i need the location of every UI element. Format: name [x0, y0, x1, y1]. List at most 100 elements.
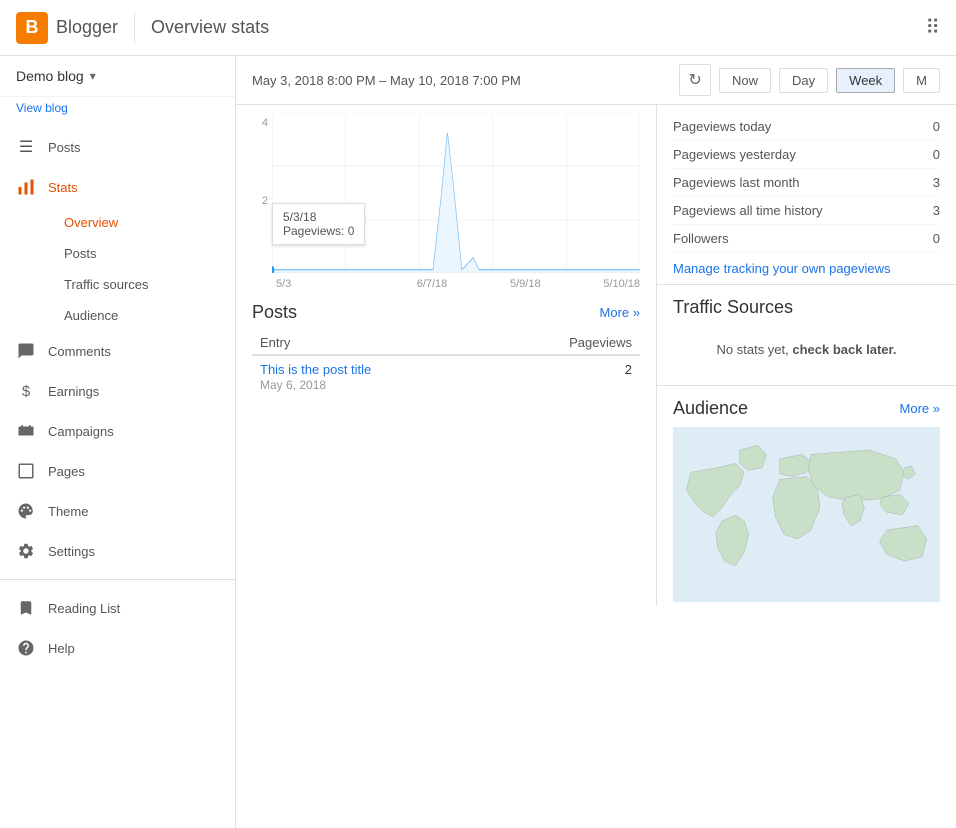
reading-list-icon [16, 598, 36, 618]
stats-label-yesterday: Pageviews yesterday [673, 147, 796, 162]
chart-svg [272, 113, 640, 273]
audience-header: Audience More » [673, 398, 940, 419]
dropdown-arrow-icon: ▾ [90, 69, 96, 83]
blogger-logo: B [16, 12, 48, 44]
posts-title: Posts [252, 302, 297, 323]
stats-icon [16, 177, 36, 197]
settings-icon [16, 541, 36, 561]
posts-more-link[interactable]: More » [600, 305, 640, 320]
sidebar-item-pages[interactable]: Pages [0, 451, 235, 491]
post-date: May 6, 2018 [260, 378, 326, 392]
sidebar-sub-overview[interactable]: Overview [48, 207, 235, 238]
grid-icon[interactable]: ⠿ [925, 15, 940, 40]
sidebar-label-campaigns: Campaigns [48, 424, 114, 439]
sidebar-label-theme: Theme [48, 504, 88, 519]
stats-row-last-month: Pageviews last month 3 [673, 169, 940, 197]
stats-label-followers: Followers [673, 231, 729, 246]
audience-more-link[interactable]: More » [900, 401, 940, 416]
toolbar: May 3, 2018 8:00 PM – May 10, 2018 7:00 … [236, 56, 956, 105]
month-button[interactable]: M [903, 68, 940, 93]
x-axis-labels: 5/3 6/7/18 5/9/18 5/10/18 [252, 278, 640, 290]
entry-column-header: Entry [252, 331, 492, 355]
stats-value-last-month: 3 [933, 175, 940, 190]
sidebar: Demo blog ▾ View blog ☰ Posts Stats Over… [0, 56, 236, 828]
sidebar-divider [0, 579, 235, 580]
traffic-sources-header: Traffic Sources [673, 297, 940, 318]
audience-section: Audience More » [657, 390, 956, 606]
sidebar-item-help[interactable]: Help [0, 628, 235, 668]
posts-icon: ☰ [16, 137, 36, 157]
stats-row-followers: Followers 0 [673, 225, 940, 253]
post-title-link[interactable]: This is the post title [260, 362, 484, 377]
posts-section: Posts More » Entry Pageviews [236, 290, 656, 410]
x-label-5: 5/10/18 [603, 278, 640, 290]
view-blog-link[interactable]: View blog [0, 97, 235, 127]
earnings-icon: $ [16, 381, 36, 401]
blog-selector[interactable]: Demo blog ▾ [0, 56, 235, 97]
sidebar-sub-posts[interactable]: Posts [48, 238, 235, 269]
posts-section-header: Posts More » [252, 302, 640, 323]
sidebar-item-stats[interactable]: Stats [0, 167, 235, 207]
world-map-svg [673, 427, 940, 602]
sidebar-label-earnings: Earnings [48, 384, 99, 399]
y-label-4: 4 [252, 117, 268, 129]
traffic-sources-section: Traffic Sources No stats yet, check back… [657, 289, 956, 381]
sidebar-item-theme[interactable]: Theme [0, 491, 235, 531]
stats-value-today: 0 [933, 119, 940, 134]
sidebar-sub-audience[interactable]: Audience [48, 300, 235, 331]
logo-area: B Blogger [16, 12, 118, 44]
stats-sub-menu: Overview Posts Traffic sources Audience [0, 207, 235, 331]
stats-row-today: Pageviews today 0 [673, 113, 940, 141]
manage-tracking-link[interactable]: Manage tracking your own pageviews [673, 261, 940, 276]
chart-tooltip: 5/3/18 Pageviews: 0 [272, 203, 365, 245]
pages-icon [16, 461, 36, 481]
sidebar-item-campaigns[interactable]: Campaigns [0, 411, 235, 451]
x-label-3: 6/7/18 [417, 278, 448, 290]
sidebar-label-help: Help [48, 641, 75, 656]
audience-title: Audience [673, 398, 748, 419]
table-row: This is the post title May 6, 2018 2 [252, 355, 640, 398]
page-title: Overview stats [151, 17, 925, 38]
left-content: 4 2 [236, 105, 656, 606]
chart-section: 4 2 [236, 105, 656, 290]
sidebar-item-posts[interactable]: ☰ Posts [0, 127, 235, 167]
stats-value-all-time: 3 [933, 203, 940, 218]
blog-name: Demo blog [16, 68, 84, 84]
stats-row-yesterday: Pageviews yesterday 0 [673, 141, 940, 169]
theme-icon [16, 501, 36, 521]
campaigns-icon [16, 421, 36, 441]
content-area: 4 2 [236, 105, 956, 606]
week-button[interactable]: Week [836, 68, 895, 93]
layout: Demo blog ▾ View blog ☰ Posts Stats Over… [0, 56, 956, 828]
sidebar-sub-traffic-sources[interactable]: Traffic sources [48, 269, 235, 300]
stats-label-today: Pageviews today [673, 119, 771, 134]
now-button[interactable]: Now [719, 68, 771, 93]
sidebar-label-settings: Settings [48, 544, 95, 559]
sidebar-item-earnings[interactable]: $ Earnings [0, 371, 235, 411]
post-entry-cell: This is the post title May 6, 2018 [252, 355, 492, 398]
sidebar-label-reading-list: Reading List [48, 601, 120, 616]
chart-area: 5/3/18 Pageviews: 0 [272, 113, 640, 276]
sidebar-label-comments: Comments [48, 344, 111, 359]
day-button[interactable]: Day [779, 68, 828, 93]
sidebar-label-stats: Stats [48, 180, 78, 195]
header: B Blogger Overview stats ⠿ [0, 0, 956, 56]
x-label-1: 5/3 [276, 278, 291, 290]
sidebar-item-comments[interactable]: Comments [0, 331, 235, 371]
x-label-4: 5/9/18 [510, 278, 541, 290]
sidebar-item-settings[interactable]: Settings [0, 531, 235, 571]
right-content: Pageviews today 0 Pageviews yesterday 0 … [656, 105, 956, 606]
post-pageviews-cell: 2 [492, 355, 640, 398]
stats-value-followers: 0 [933, 231, 940, 246]
y-axis: 4 2 [252, 113, 272, 273]
stats-value-yesterday: 0 [933, 147, 940, 162]
traffic-sources-title: Traffic Sources [673, 297, 793, 318]
tooltip-pageviews: Pageviews: 0 [283, 224, 354, 238]
stats-label-last-month: Pageviews last month [673, 175, 799, 190]
section-divider-1 [657, 284, 956, 285]
stats-label-all-time: Pageviews all time history [673, 203, 823, 218]
sidebar-item-reading-list[interactable]: Reading List [0, 588, 235, 628]
section-divider-2 [657, 385, 956, 386]
y-label-2: 2 [252, 195, 268, 207]
refresh-button[interactable]: ↻ [679, 64, 711, 96]
